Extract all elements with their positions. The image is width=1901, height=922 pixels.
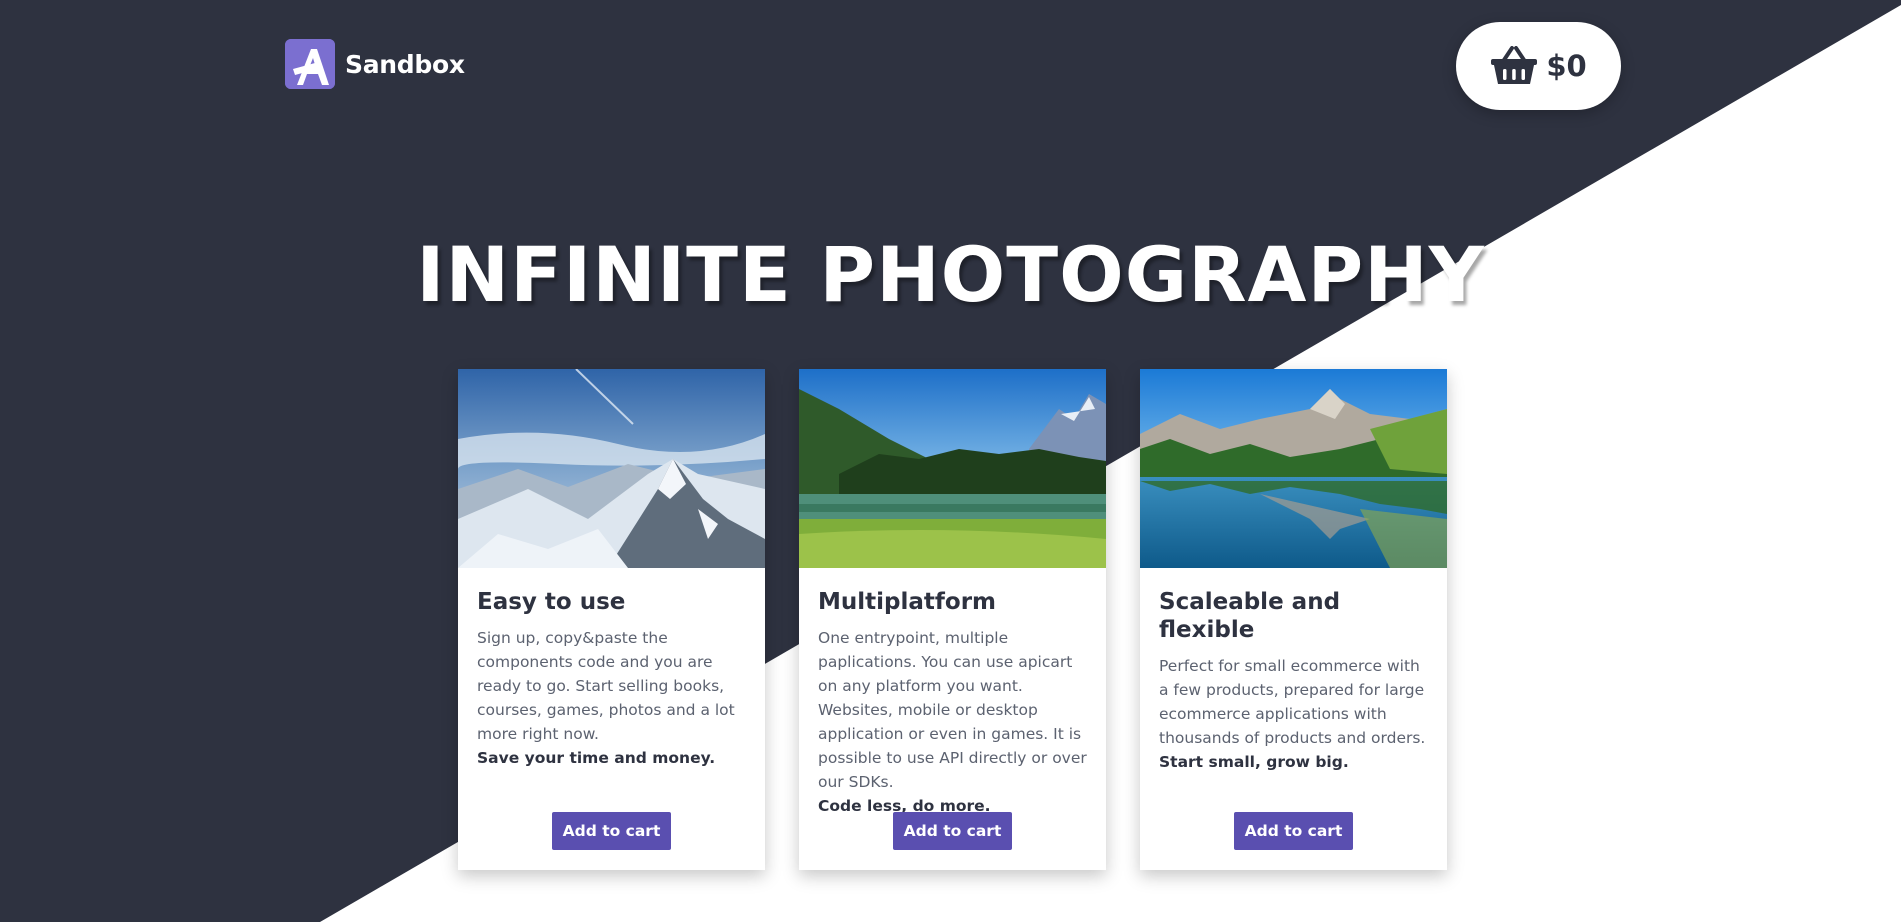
card-highlight: Start small, grow big. xyxy=(1159,753,1349,771)
brand-logo[interactable]: Sandbox xyxy=(285,39,465,89)
card-body: Multiplatform One entrypoint, multiple p… xyxy=(799,568,1106,818)
product-cards: Easy to use Sign up, copy&paste the comp… xyxy=(458,369,1447,870)
add-to-cart-button[interactable]: Add to cart xyxy=(1234,812,1353,850)
cart-total: $0 xyxy=(1546,49,1587,83)
brand-name: Sandbox xyxy=(345,49,465,79)
add-to-cart-button[interactable]: Add to cart xyxy=(552,812,671,850)
card-title: Scaleable and flexible xyxy=(1159,589,1341,643)
product-card: Scaleable and flexible Perfect for small… xyxy=(1140,369,1447,870)
product-card: Multiplatform One entrypoint, multiple p… xyxy=(799,369,1106,870)
forest-lake-meadow-photo xyxy=(799,369,1106,568)
page: Sandbox $0 INFINITE PHOTOGRAPHY Easy to … xyxy=(0,0,1901,922)
card-description: Perfect for small ecommerce with a few p… xyxy=(1159,657,1426,747)
card-title: Multiplatform xyxy=(818,589,997,615)
product-card: Easy to use Sign up, copy&paste the comp… xyxy=(458,369,765,870)
card-highlight: Save your time and money. xyxy=(477,749,716,767)
hero-title: INFINITE PHOTOGRAPHY xyxy=(416,230,1485,319)
add-to-cart-button[interactable]: Add to cart xyxy=(893,812,1012,850)
card-description: One entrypoint, multiple paplications. Y… xyxy=(818,629,1087,791)
basket-icon xyxy=(1491,46,1538,84)
mountain-lake-reflection-photo xyxy=(1140,369,1447,568)
apicart-logo-icon xyxy=(285,39,335,89)
snowy-mountain-range-photo xyxy=(458,369,765,568)
card-body: Easy to use Sign up, copy&paste the comp… xyxy=(458,568,765,770)
card-title: Easy to use xyxy=(477,589,626,615)
card-description: Sign up, copy&paste the components code … xyxy=(477,629,735,743)
cart-button[interactable]: $0 xyxy=(1456,22,1621,110)
card-body: Scaleable and flexible Perfect for small… xyxy=(1140,568,1447,774)
